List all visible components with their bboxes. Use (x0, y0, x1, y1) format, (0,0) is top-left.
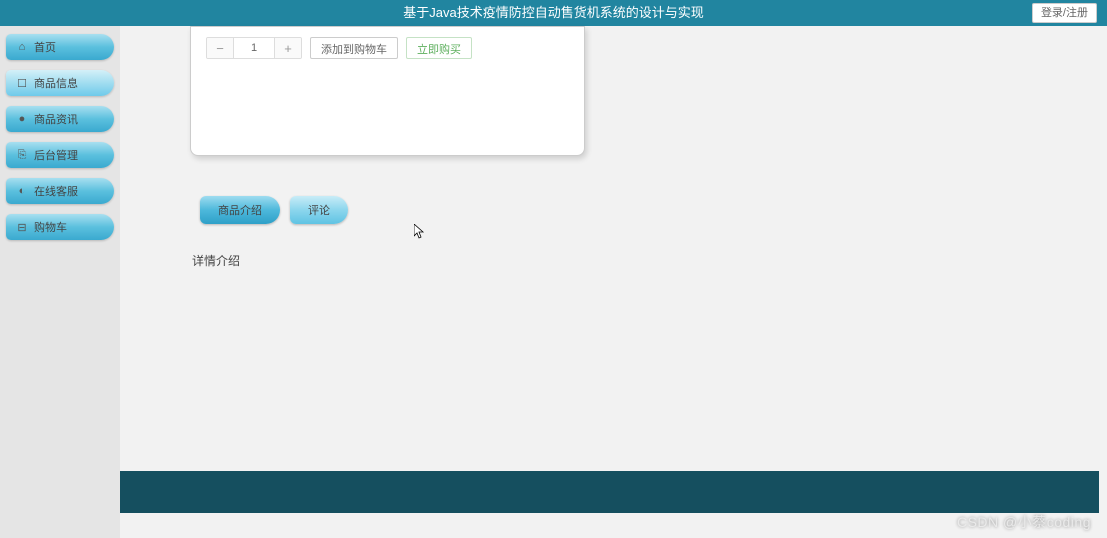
cart-icon: ⊟ (16, 221, 28, 233)
detail-heading: 详情介绍 (192, 252, 1107, 269)
watermark: CSDN @小蔡coding (957, 512, 1091, 532)
product-icon: ☐ (16, 77, 28, 89)
footer-bar (120, 471, 1099, 513)
add-to-cart-button[interactable]: 添加到购物车 (310, 37, 398, 59)
app-header: 基于Java技术疫情防控自动售货机系统的设计与实现 登录/注册 (0, 0, 1107, 26)
cursor-icon (414, 224, 426, 240)
product-card: − + 添加到购物车 立即购买 (190, 26, 585, 156)
sidebar-item-label: 后台管理 (34, 147, 78, 163)
qty-minus-button[interactable]: − (207, 37, 233, 59)
service-icon: ◐ (16, 185, 28, 197)
main-container: ⌂ 首页 ☐ 商品信息 ● 商品资讯 ⎘ 后台管理 ◐ 在线客服 ⊟ 购物车 − (0, 26, 1107, 538)
sidebar-item-admin[interactable]: ⎘ 后台管理 (6, 142, 114, 168)
sidebar-item-label: 商品信息 (34, 75, 78, 91)
main-content: − + 添加到购物车 立即购买 商品介绍 评论 详情介绍 (120, 26, 1107, 538)
tab-comments[interactable]: 评论 (290, 196, 348, 224)
sidebar-item-product-info[interactable]: ☐ 商品信息 (6, 70, 114, 96)
qty-input[interactable] (233, 37, 275, 59)
sidebar-item-label: 购物车 (34, 219, 67, 235)
login-register-button[interactable]: 登录/注册 (1032, 3, 1097, 23)
home-icon: ⌂ (16, 41, 28, 53)
tab-product-intro[interactable]: 商品介绍 (200, 196, 280, 224)
sidebar: ⌂ 首页 ☐ 商品信息 ● 商品资讯 ⎘ 后台管理 ◐ 在线客服 ⊟ 购物车 (0, 26, 120, 538)
sidebar-item-label: 首页 (34, 39, 56, 55)
quantity-stepper: − + (206, 37, 302, 59)
sidebar-item-cart[interactable]: ⊟ 购物车 (6, 214, 114, 240)
admin-icon: ⎘ (16, 149, 28, 161)
buy-now-button[interactable]: 立即购买 (406, 37, 472, 59)
sidebar-item-label: 在线客服 (34, 183, 78, 199)
sidebar-item-product-news[interactable]: ● 商品资讯 (6, 106, 114, 132)
qty-plus-button[interactable]: + (275, 37, 301, 59)
sidebar-item-service[interactable]: ◐ 在线客服 (6, 178, 114, 204)
news-icon: ● (16, 113, 28, 125)
sidebar-item-home[interactable]: ⌂ 首页 (6, 34, 114, 60)
detail-tabs: 商品介绍 评论 (200, 196, 1107, 224)
quantity-row: − + 添加到购物车 立即购买 (206, 37, 569, 59)
sidebar-item-label: 商品资讯 (34, 111, 78, 127)
page-title: 基于Java技术疫情防控自动售货机系统的设计与实现 (403, 5, 703, 20)
